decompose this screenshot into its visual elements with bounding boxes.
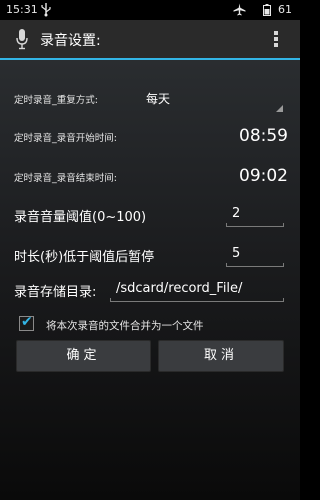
field-underline (226, 266, 284, 267)
cancel-button-label: 取消 (203, 348, 238, 363)
storage-dir-input[interactable]: /sdcard/record_File/ (110, 278, 284, 302)
field-tick (226, 263, 227, 267)
end-time-value[interactable]: 09:02 (208, 166, 288, 186)
repeat-mode-label: 定时录音_重复方式: (14, 95, 98, 106)
field-tick (226, 223, 227, 227)
merge-files-checkbox[interactable]: ✔ (19, 314, 34, 331)
field-tick (283, 263, 284, 267)
field-tick (283, 223, 284, 227)
usb-icon (41, 3, 51, 17)
field-tick (110, 298, 111, 302)
storage-dir-label: 录音存储目录: (14, 285, 97, 300)
overflow-menu-icon[interactable] (273, 30, 279, 48)
repeat-mode-spinner[interactable]: 每天 (142, 86, 285, 114)
field-underline (110, 301, 284, 302)
spinner-arrow-icon (276, 105, 283, 112)
volume-threshold-input[interactable]: 2 (226, 203, 284, 227)
pause-duration-label: 时长(秒)低于阈值后暂停 (14, 250, 155, 265)
page-title: 录音设置: (40, 33, 101, 49)
volume-threshold-label: 录音音量阈值(0~100) (14, 210, 147, 225)
volume-threshold-value: 2 (232, 206, 241, 221)
battery-icon (263, 4, 271, 16)
status-time: 15:31 (6, 3, 38, 16)
field-underline (226, 226, 284, 227)
pause-duration-input[interactable]: 5 (226, 243, 284, 267)
checkmark-icon: ✔ (21, 314, 33, 330)
pause-duration-value: 5 (232, 246, 241, 261)
repeat-mode-value: 每天 (146, 92, 171, 106)
merge-files-label: 将本次录音的文件合并为一个文件 (46, 320, 204, 332)
ok-button[interactable]: 确定 (16, 340, 151, 372)
cancel-button[interactable]: 取消 (158, 340, 284, 372)
storage-dir-value: /sdcard/record_File/ (116, 281, 243, 296)
airplane-mode-icon (233, 3, 246, 16)
battery-level: 61 (278, 3, 292, 16)
ok-button-label: 确定 (66, 348, 101, 363)
field-tick (283, 298, 284, 302)
end-time-label: 定时录音_录音结束时间: (14, 173, 117, 184)
start-time-label: 定时录音_录音开始时间: (14, 133, 117, 144)
start-time-value[interactable]: 08:59 (208, 126, 288, 146)
microphone-icon (16, 29, 28, 50)
